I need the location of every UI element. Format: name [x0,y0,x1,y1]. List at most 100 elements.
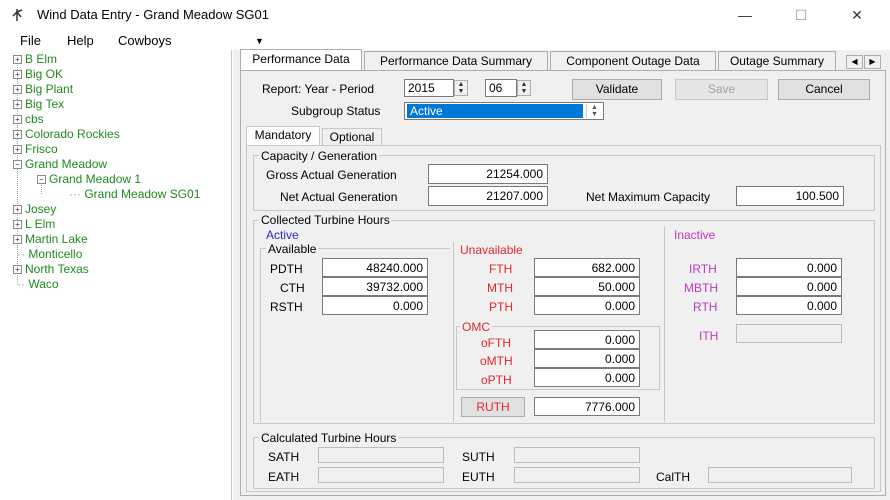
mbth-input[interactable]: 0.000 [736,277,842,296]
validate-button[interactable]: Validate [572,79,662,100]
wind-turbine-icon [12,9,23,21]
tree-item[interactable]: − Grand Meadow 1 [37,172,141,187]
tree-item[interactable]: + B Elm [13,52,57,67]
cancel-button[interactable]: Cancel [778,79,870,100]
cth-input[interactable]: 39732.000 [322,277,428,296]
tree-item[interactable]: ·· Waco [17,277,59,292]
tree-item[interactable]: − Grand Meadow [13,157,107,172]
available-label: Available [266,242,319,256]
tab-scroll-left-icon[interactable]: ◀ [846,55,863,69]
tab-component-outage-data[interactable]: Component Outage Data [550,51,716,71]
collapse-icon[interactable]: − [37,175,46,184]
gross-generation-label: Gross Actual Generation [266,168,397,182]
subgroup-status-value: Active [407,104,583,118]
tree-item[interactable]: + Big Tex [13,97,64,112]
rsth-input[interactable]: 0.000 [322,296,428,315]
mbth-label: MBTH [684,281,718,295]
window-title: Wind Data Entry - Grand Meadow SG01 [37,7,269,22]
net-generation-input[interactable]: 21207.000 [428,186,548,206]
tab-performance-data-summary[interactable]: Performance Data Summary [364,51,548,71]
irth-input[interactable]: 0.000 [736,258,842,277]
inactive-label: Inactive [674,228,716,242]
tree-item-selected[interactable]: ··· Grand Meadow SG01 [69,187,200,202]
maximize-button[interactable]: ☐ [778,0,824,30]
expand-icon[interactable]: + [13,145,22,154]
mth-input[interactable]: 50.000 [534,277,640,296]
pth-input[interactable]: 0.000 [534,296,640,315]
tree-item[interactable]: ·· Monticello [17,247,82,262]
collected-hours-title: Collected Turbine Hours [259,213,392,227]
sath-label: SATH [268,450,300,464]
expand-icon[interactable]: + [13,115,22,124]
expand-icon[interactable]: + [13,235,22,244]
pdth-input[interactable]: 48240.000 [322,258,428,277]
suth-input [514,447,640,463]
period-input[interactable]: 06 [485,79,517,97]
expand-icon[interactable]: + [13,55,22,64]
fth-label: FTH [489,262,513,276]
tab-performance-data[interactable]: Performance Data [240,49,362,71]
tree-item[interactable]: + Josey [13,202,56,217]
calth-input [708,467,852,483]
updown-arrow-icon[interactable]: ▲ ▼ [586,104,602,118]
menu-help[interactable]: Help [67,33,94,48]
sath-input [318,447,444,463]
tree-item[interactable]: + Frisco [13,142,58,157]
expand-icon[interactable]: + [13,100,22,109]
subgroup-status-label: Subgroup Status [291,104,381,118]
menu-file[interactable]: File [20,33,41,48]
opth-input[interactable]: 0.000 [534,368,640,387]
omc-label: OMC [460,320,492,334]
unavailable-label: Unavailable [460,243,523,257]
irth-label: IRTH [689,262,717,276]
net-max-capacity-input[interactable]: 100.500 [736,186,844,206]
capacity-group-title: Capacity / Generation [259,149,380,163]
tree-item[interactable]: + Big OK [13,67,63,82]
ruth-input[interactable]: 7776.000 [534,397,640,416]
collapse-icon[interactable]: − [13,160,22,169]
mth-label: MTH [487,281,513,295]
suth-label: SUTH [462,450,495,464]
pdth-label: PDTH [270,262,303,276]
cth-label: CTH [280,281,305,295]
expand-icon[interactable]: + [13,220,22,229]
expand-icon[interactable]: + [13,265,22,274]
expand-icon[interactable]: + [13,205,22,214]
tree-item[interactable]: + Martin Lake [13,232,88,247]
tab-mandatory[interactable]: Mandatory [246,126,320,145]
chevron-down-icon[interactable]: ▼ [255,36,264,46]
ruth-button[interactable]: RUTH [461,397,525,417]
euth-label: EUTH [462,470,495,484]
tab-scroll-right-icon[interactable]: ▶ [864,55,881,69]
opth-label: oPTH [481,373,512,387]
subgroup-status-select[interactable]: Active ▲ ▼ [404,102,604,120]
pth-label: PTH [489,300,513,314]
expand-icon[interactable]: + [13,130,22,139]
expand-icon[interactable]: + [13,85,22,94]
tab-optional[interactable]: Optional [322,128,382,146]
tree-item[interactable]: + L Elm [13,217,55,232]
minimize-button[interactable]: — [722,0,768,30]
menu-bar: File Help Cowboys ▼ [0,30,890,50]
tree-item[interactable]: + Colorado Rockies [13,127,120,142]
company-dropdown[interactable]: Cowboys [118,33,171,48]
tree-item[interactable]: + cbs [13,112,44,127]
tree-item[interactable]: + Big Plant [13,82,73,97]
close-button[interactable]: ✕ [834,0,880,30]
year-spinner[interactable]: ▲ ▼ [454,80,468,96]
year-input[interactable]: 2015 [404,79,454,97]
tab-outage-summary[interactable]: Outage Summary [718,51,836,71]
ofth-input[interactable]: 0.000 [534,330,640,349]
period-spinner[interactable]: ▲ ▼ [517,80,531,96]
expand-icon[interactable]: + [13,70,22,79]
omth-input[interactable]: 0.000 [534,349,640,368]
rsth-label: RSTH [270,300,303,314]
rth-input[interactable]: 0.000 [736,296,842,315]
gross-generation-input[interactable]: 21254.000 [428,164,548,184]
active-label: Active [266,228,299,242]
calculated-hours-title: Calculated Turbine Hours [259,431,399,445]
ith-input [736,324,842,343]
tree-item[interactable]: + North Texas [13,262,89,277]
save-button[interactable]: Save [675,79,768,100]
fth-input[interactable]: 682.000 [534,258,640,277]
